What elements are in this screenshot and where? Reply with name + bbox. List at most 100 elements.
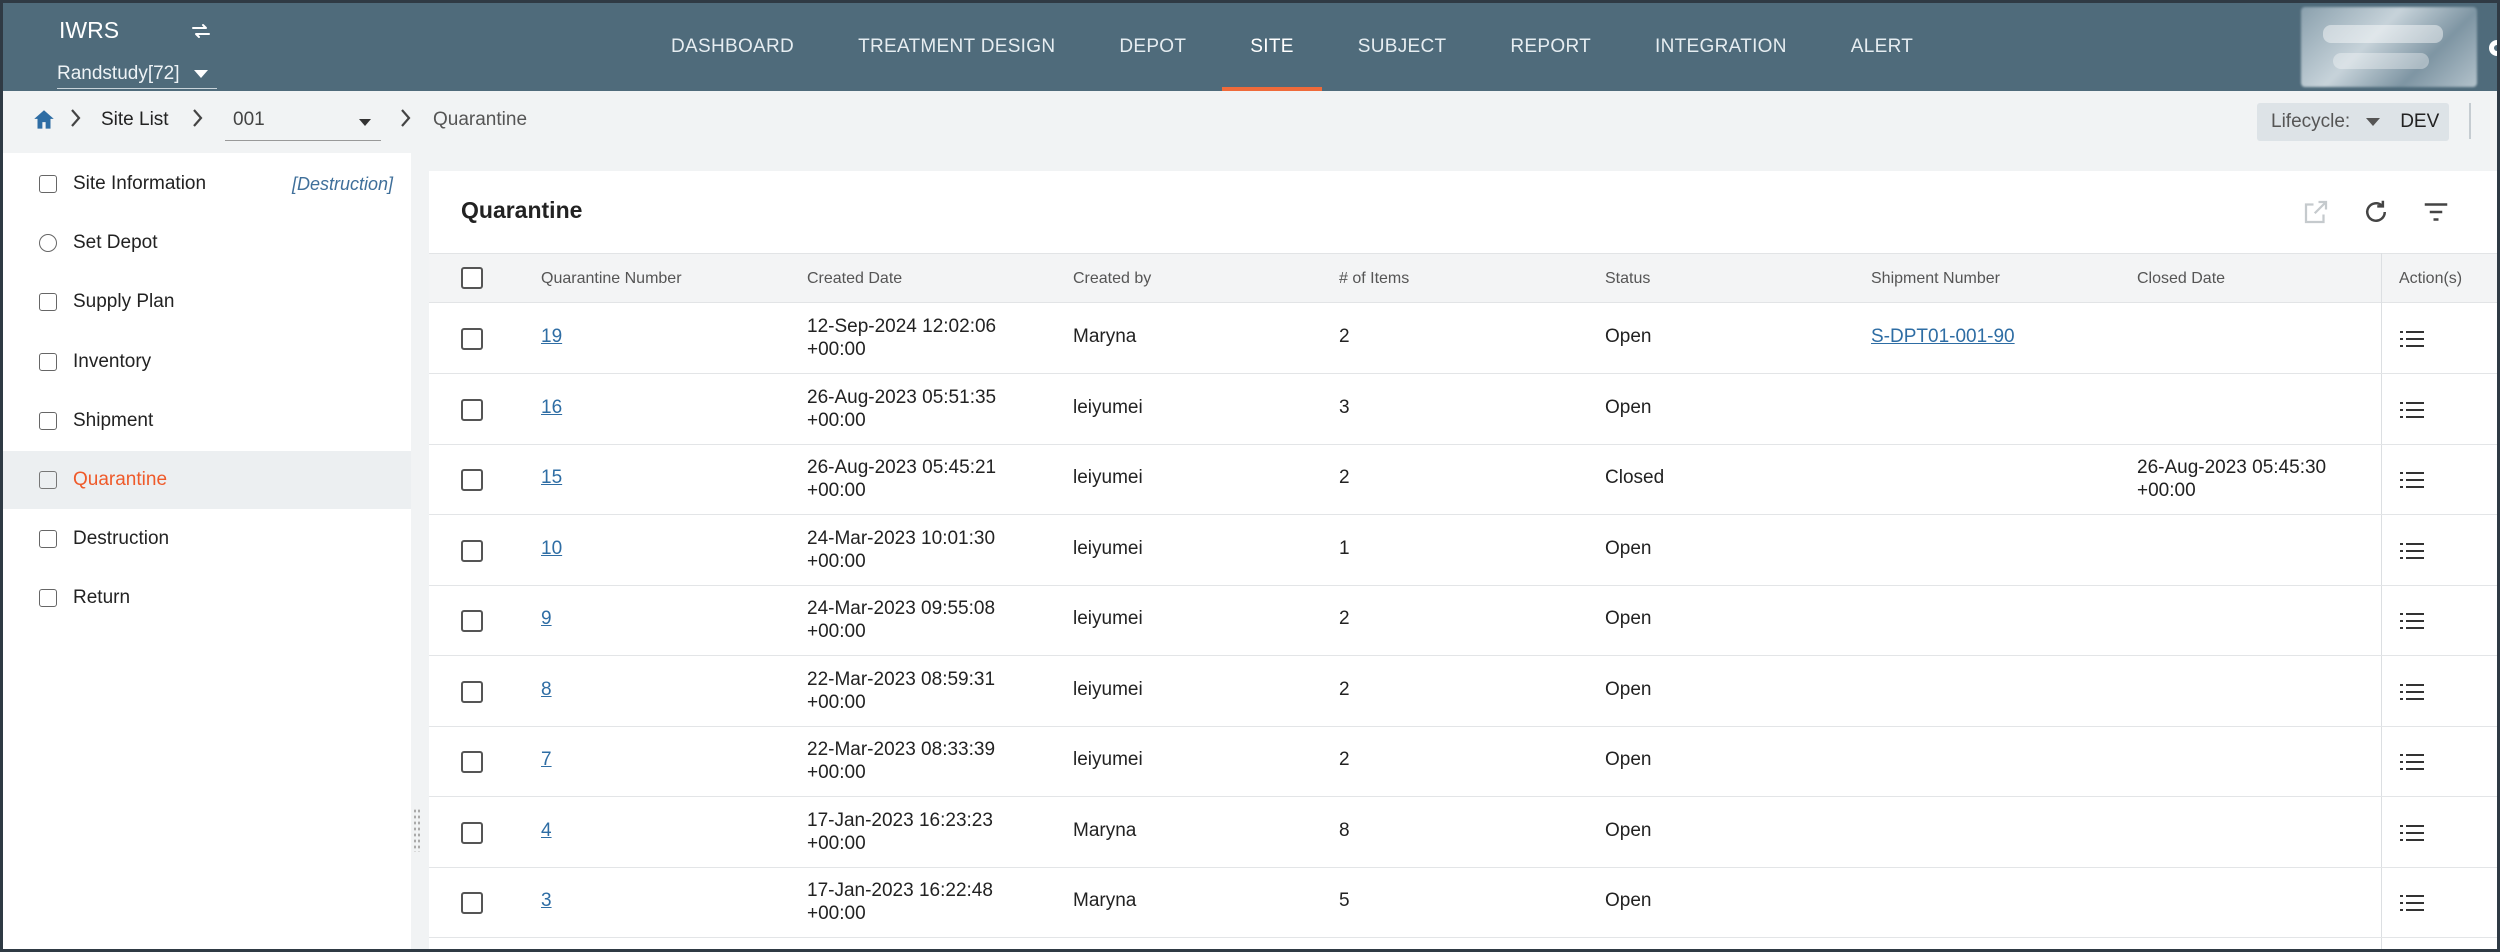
created-by: leiyumei — [1073, 467, 1143, 488]
row-checkbox[interactable] — [461, 822, 483, 844]
list-menu-icon[interactable] — [2399, 471, 2425, 489]
nav-integration[interactable]: INTEGRATION — [1623, 3, 1819, 91]
table-header: Quarantine Number Created Date Created b… — [429, 253, 2497, 303]
quarantine-number-link[interactable]: 7 — [541, 749, 552, 771]
column-header[interactable]: Created by — [1073, 270, 1151, 288]
column-header[interactable]: Closed Date — [2137, 270, 2225, 288]
sidebar-item-shipment[interactable]: Shipment — [3, 392, 411, 450]
shipment-number-link[interactable]: S-DPT01-001-90 — [1871, 326, 2015, 348]
row-checkbox[interactable] — [461, 681, 483, 703]
column-header[interactable]: Quarantine Number — [541, 270, 682, 288]
quarantine-number-link[interactable]: 15 — [541, 467, 562, 489]
gear-icon[interactable] — [2483, 33, 2497, 71]
app-title: IWRS — [59, 17, 120, 43]
refresh-icon[interactable] — [2361, 197, 2391, 227]
status: Open — [1605, 608, 1652, 629]
column-header: Action(s) — [2399, 270, 2463, 287]
nav-dashboard[interactable]: DASHBOARD — [639, 3, 826, 91]
filter-icon[interactable] — [2421, 197, 2451, 227]
sidebar-item-label: Shipment — [73, 410, 154, 431]
nav-depot[interactable]: DEPOT — [1087, 3, 1218, 91]
nav-subject[interactable]: SUBJECT — [1326, 3, 1479, 91]
column-header[interactable]: Status — [1605, 270, 1650, 288]
user-avatar-blurred[interactable] — [2301, 7, 2477, 87]
nav-treatment-design[interactable]: TREATMENT DESIGN — [826, 3, 1087, 91]
created-date: 26-Aug-2023 05:51:35 — [807, 387, 997, 408]
lifecycle-select[interactable]: Lifecycle: DEV — [2257, 103, 2449, 141]
sidebar-item-quarantine[interactable]: Quarantine — [3, 451, 411, 509]
row-checkbox[interactable] — [461, 610, 483, 632]
list-menu-icon[interactable] — [2399, 894, 2425, 912]
site-select-value: 001 — [233, 109, 265, 130]
lifecycle-value: DEV — [2400, 111, 2440, 132]
nav-site[interactable]: SITE — [1218, 3, 1325, 91]
nav-report[interactable]: REPORT — [1478, 3, 1623, 91]
created-date-offset: +00:00 — [807, 692, 866, 713]
sidebar-item-destruction[interactable]: Destruction — [3, 510, 411, 568]
item-count: 2 — [1339, 326, 1350, 347]
list-menu-icon[interactable] — [2399, 683, 2425, 701]
sidebar-item-supply-plan[interactable]: Supply Plan — [3, 273, 411, 331]
created-date: 17-Jan-2023 16:22:48 — [807, 880, 993, 901]
table-row: 19 12-Sep-2024 12:02:06 +00:00 Maryna 2 Open S… — [429, 304, 2497, 374]
home-icon[interactable] — [31, 107, 57, 133]
table-row: 15 26-Aug-2023 05:45:21 +00:00 leiyumei 2 Clo… — [429, 445, 2497, 515]
sidebar-item-label: Inventory — [73, 351, 152, 372]
sidebar-item-label: Return — [73, 587, 131, 608]
quarantine-number-link[interactable]: 19 — [541, 326, 562, 348]
table-row: 7 22-Mar-2023 08:33:39 +00:00 leiyumei 2 Open — [429, 727, 2497, 797]
row-checkbox[interactable] — [461, 469, 483, 491]
list-menu-icon[interactable] — [2399, 612, 2425, 630]
created-date: 17-Jan-2023 16:23:23 — [807, 810, 993, 831]
site-select[interactable]: 001 — [225, 103, 381, 141]
sidebar-item-label: Supply Plan — [73, 291, 175, 312]
created-date-offset: +00:00 — [807, 339, 866, 360]
row-checkbox[interactable] — [461, 751, 483, 773]
box-icon — [39, 353, 57, 371]
study-selector[interactable]: Randstudy[72] — [57, 59, 217, 89]
sidebar: Site Information [Destruction] Set Depot… — [3, 153, 411, 949]
created-by: leiyumei — [1073, 679, 1143, 700]
row-checkbox[interactable] — [461, 399, 483, 421]
select-all-checkbox[interactable] — [461, 267, 483, 289]
list-menu-icon[interactable] — [2399, 401, 2425, 419]
created-by: leiyumei — [1073, 538, 1143, 559]
open-external-icon[interactable] — [2301, 197, 2331, 227]
sidebar-item-site-information[interactable]: Site Information [Destruction] — [3, 155, 411, 213]
sidebar-item-set-depot[interactable]: Set Depot — [3, 214, 411, 272]
quarantine-number-link[interactable]: 3 — [541, 890, 552, 912]
user-role-blurred — [2333, 53, 2429, 69]
row-checkbox[interactable] — [461, 328, 483, 350]
quarantine-number-link[interactable]: 8 — [541, 679, 552, 701]
row-checkbox[interactable] — [461, 540, 483, 562]
list-menu-icon[interactable] — [2399, 542, 2425, 560]
list-menu-icon[interactable] — [2399, 824, 2425, 842]
list-menu-icon[interactable] — [2399, 753, 2425, 771]
column-header[interactable]: # of Items — [1339, 270, 1409, 288]
row-checkbox[interactable] — [461, 892, 483, 914]
quarantine-number-link[interactable]: 4 — [541, 820, 552, 842]
switch-app-icon[interactable] — [189, 19, 213, 43]
settings-icon — [39, 234, 57, 252]
nav-alert[interactable]: ALERT — [1819, 3, 1945, 91]
list-menu-icon[interactable] — [2399, 330, 2425, 348]
item-count: 2 — [1339, 749, 1350, 770]
sidebar-item-label: Set Depot — [73, 232, 158, 253]
sidebar-item-inventory[interactable]: Inventory — [3, 333, 411, 391]
top-bar: IWRS Randstudy[72] DASHBOARD TREATMENT D… — [3, 3, 2497, 91]
quarantine-number-link[interactable]: 16 — [541, 397, 562, 419]
sidebar-resize-handle[interactable] — [413, 808, 421, 852]
column-header[interactable]: Created Date — [807, 270, 902, 288]
sidebar-item-label: Site Information — [73, 173, 207, 194]
table-row: 9 24-Mar-2023 09:55:08 +00:00 leiyumei 2 Open — [429, 586, 2497, 656]
sidebar-item-return[interactable]: Return — [3, 569, 411, 627]
study-name: Randstudy[72] — [57, 62, 180, 84]
quarantine-number-link[interactable]: 9 — [541, 608, 552, 630]
chevron-right-icon — [69, 107, 83, 135]
created-date: 26-Aug-2023 05:45:21 — [807, 457, 997, 478]
column-header[interactable]: Shipment Number — [1871, 270, 2000, 288]
status: Closed — [1605, 467, 1665, 488]
breadcrumb-site-list[interactable]: Site List — [101, 109, 169, 131]
quarantine-number-link[interactable]: 10 — [541, 538, 562, 560]
chevron-down-icon — [193, 69, 208, 78]
